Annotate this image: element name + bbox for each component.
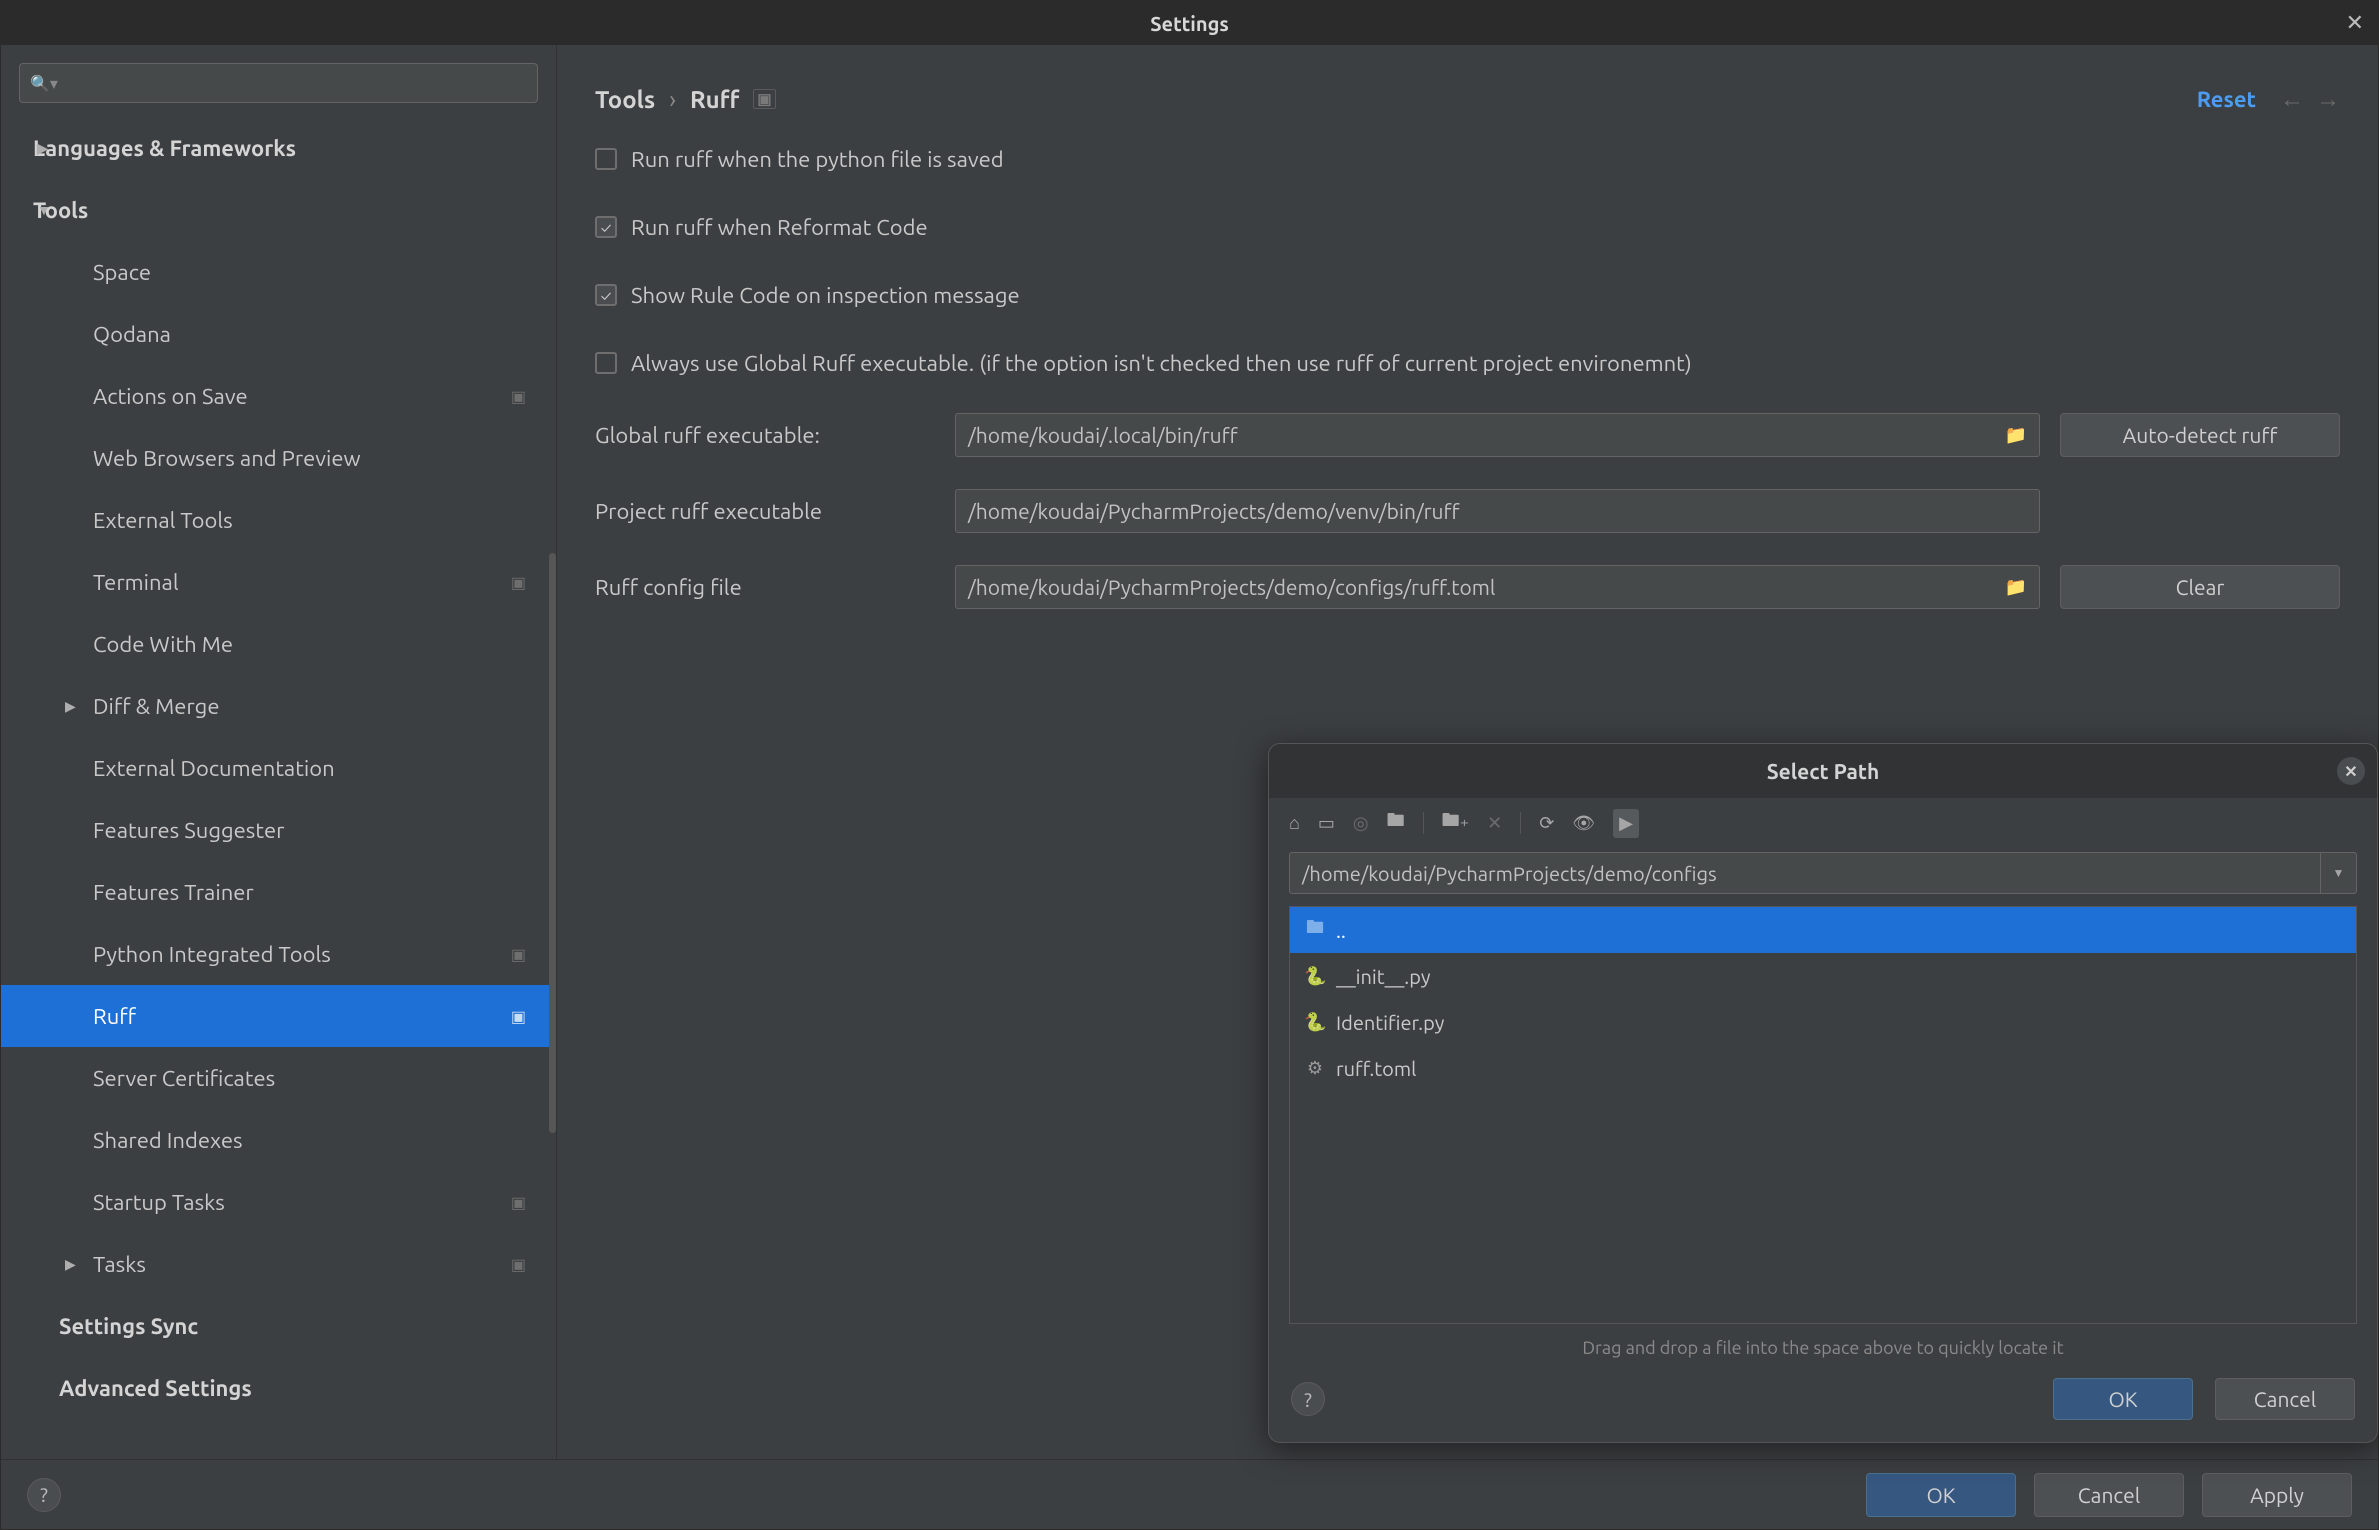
tree-item-features-suggester[interactable]: Features Suggester xyxy=(1,799,556,861)
project-exec-input[interactable]: /home/koudai/PycharmProjects/demo/venv/b… xyxy=(955,489,2040,533)
checkbox-icon xyxy=(595,352,617,374)
tree-item-web-browsers[interactable]: Web Browsers and Preview xyxy=(1,427,556,489)
file-item-init[interactable]: 🐍 __init__.py xyxy=(1290,953,2356,999)
tree-item-server-certificates[interactable]: Server Certificates xyxy=(1,1047,556,1109)
settings-tree[interactable]: ▶ Languages & Frameworks ▼ Tools Space Q… xyxy=(1,117,556,1459)
tree-item-external-tools[interactable]: External Tools xyxy=(1,489,556,551)
titlebar: Settings ✕ xyxy=(1,1,2378,45)
tree-item-qodana[interactable]: Qodana xyxy=(1,303,556,365)
tree-item-terminal[interactable]: Terminal▣ xyxy=(1,551,556,613)
apply-button[interactable]: Apply xyxy=(2202,1473,2352,1517)
sidebar: 🔍▾ ▶ Languages & Frameworks ▼ Tools Spac… xyxy=(1,45,557,1459)
delete-icon[interactable]: ✕ xyxy=(1487,813,1502,834)
tree-item-space[interactable]: Space xyxy=(1,241,556,303)
python-file-icon: 🐍 xyxy=(1304,966,1326,987)
sidebar-scrollbar[interactable] xyxy=(549,553,556,1133)
checkbox-show-rule-code[interactable]: ✓ Show Rule Code on inspection message xyxy=(595,261,2340,329)
tree-item-external-documentation[interactable]: External Documentation xyxy=(1,737,556,799)
checkbox-icon: ✓ xyxy=(595,284,617,306)
help-button[interactable]: ? xyxy=(1291,1382,1325,1416)
project-settings-icon: ▣ xyxy=(753,89,775,109)
window-close-button[interactable]: ✕ xyxy=(2346,10,2364,36)
footer: ? OK Cancel Apply xyxy=(1,1459,2378,1529)
global-exec-input[interactable]: /home/koudai/.local/bin/ruff 📁 xyxy=(955,413,2040,457)
settings-content: Tools › Ruff ▣ Reset ← → Run ruff when t… xyxy=(557,45,2378,1459)
tree-item-shared-indexes[interactable]: Shared Indexes xyxy=(1,1109,556,1171)
auto-detect-button[interactable]: Auto-detect ruff xyxy=(2060,413,2340,457)
dialog-titlebar: Select Path ✕ xyxy=(1269,744,2377,798)
ok-button[interactable]: OK xyxy=(1866,1473,2016,1517)
dialog-cancel-button[interactable]: Cancel xyxy=(2215,1378,2355,1420)
checkbox-always-global[interactable]: Always use Global Ruff executable. (if t… xyxy=(595,329,2340,397)
file-list[interactable]: 🖿 .. 🐍 __init__.py 🐍 Identifier.py ⚙ ruf… xyxy=(1289,906,2357,1324)
chevron-right-icon: ▶ xyxy=(65,698,76,715)
config-file-label: Ruff config file xyxy=(595,575,935,600)
new-folder-icon[interactable]: 🖿 xyxy=(1387,808,1405,838)
reset-button[interactable]: Reset xyxy=(2197,87,2256,112)
tree-item-diff-merge[interactable]: ▶Diff & Merge xyxy=(1,675,556,737)
refresh-icon[interactable]: ⟳ xyxy=(1539,813,1554,834)
tree-item-settings-sync[interactable]: Settings Sync xyxy=(1,1295,556,1357)
checkbox-run-on-save[interactable]: Run ruff when the python file is saved xyxy=(595,125,2340,193)
breadcrumb: Tools › Ruff ▣ xyxy=(595,86,776,113)
tree-item-features-trainer[interactable]: Features Trainer xyxy=(1,861,556,923)
drop-hint: Drag and drop a file into the space abov… xyxy=(1269,1324,2377,1368)
clear-button[interactable]: Clear xyxy=(2060,565,2340,609)
dialog-ok-button[interactable]: OK xyxy=(2053,1378,2193,1420)
checkbox-icon: ✓ xyxy=(595,216,617,238)
new-folder-plus-icon[interactable]: 🖿₊ xyxy=(1442,808,1470,838)
project-exec-label: Project ruff executable xyxy=(595,499,935,524)
tree-item-advanced-settings[interactable]: Advanced Settings xyxy=(1,1357,556,1419)
file-item-ruff-toml[interactable]: ⚙ ruff.toml xyxy=(1290,1045,2356,1091)
tree-item-ruff[interactable]: Ruff▣ xyxy=(1,985,556,1047)
python-file-icon: 🐍 xyxy=(1304,1012,1326,1033)
path-dropdown-button[interactable]: ▼ xyxy=(2321,852,2357,894)
tree-item-code-with-me[interactable]: Code With Me xyxy=(1,613,556,675)
folder-icon[interactable]: 📁 xyxy=(2005,577,2027,598)
checkbox-icon xyxy=(595,148,617,170)
file-item-identifier[interactable]: 🐍 Identifier.py xyxy=(1290,999,2356,1045)
desktop-icon[interactable]: ▭ xyxy=(1318,813,1335,834)
path-input[interactable]: /home/koudai/PycharmProjects/demo/config… xyxy=(1289,852,2321,894)
tree-item-tools[interactable]: ▼ Tools xyxy=(1,179,556,241)
folder-icon: 🖿 xyxy=(1304,915,1326,945)
tree-item-startup-tasks[interactable]: Startup Tasks▣ xyxy=(1,1171,556,1233)
tree-item-tasks[interactable]: ▶Tasks▣ xyxy=(1,1233,556,1295)
cancel-button[interactable]: Cancel xyxy=(2034,1473,2184,1517)
back-icon[interactable]: ← xyxy=(2280,85,2304,114)
chevron-right-icon: ▶ xyxy=(65,1256,76,1273)
collapse-icon[interactable]: ▶ xyxy=(1613,809,1639,838)
forward-icon[interactable]: → xyxy=(2316,85,2340,114)
config-file-input[interactable]: /home/koudai/PycharmProjects/demo/config… xyxy=(955,565,2040,609)
show-hidden-icon[interactable]: 👁 xyxy=(1572,813,1595,834)
folder-icon[interactable]: 📁 xyxy=(2005,425,2027,446)
project-settings-icon: ▣ xyxy=(511,387,526,406)
select-path-dialog: Select Path ✕ ⌂ ▭ ◎ 🖿 🖿₊ ✕ ⟳ 👁 ▶ xyxy=(1268,743,2378,1443)
project-settings-icon: ▣ xyxy=(511,1255,526,1274)
main-area: 🔍▾ ▶ Languages & Frameworks ▼ Tools Spac… xyxy=(1,45,2378,1459)
project-settings-icon: ▣ xyxy=(511,945,526,964)
project-settings-icon: ▣ xyxy=(511,573,526,592)
settings-search-input[interactable]: 🔍▾ xyxy=(19,63,538,103)
search-icon: 🔍▾ xyxy=(30,74,58,93)
tree-item-actions-on-save[interactable]: Actions on Save▣ xyxy=(1,365,556,427)
checkbox-run-on-reformat[interactable]: ✓ Run ruff when Reformat Code xyxy=(595,193,2340,261)
file-item-parent[interactable]: 🖿 .. xyxy=(1290,907,2356,953)
help-button[interactable]: ? xyxy=(27,1478,61,1512)
chevron-right-icon: › xyxy=(669,86,676,113)
project-icon[interactable]: ◎ xyxy=(1353,813,1369,834)
project-settings-icon: ▣ xyxy=(511,1007,526,1026)
titlebar-title: Settings xyxy=(1150,12,1229,35)
chevron-right-icon: ▶ xyxy=(37,140,48,157)
dialog-close-button[interactable]: ✕ xyxy=(2337,757,2365,785)
global-exec-label: Global ruff executable: xyxy=(595,423,935,448)
chevron-down-icon: ▼ xyxy=(37,202,51,218)
tree-item-languages-frameworks[interactable]: ▶ Languages & Frameworks xyxy=(1,117,556,179)
toml-file-icon: ⚙ xyxy=(1304,1058,1326,1079)
tree-item-python-integrated-tools[interactable]: Python Integrated Tools▣ xyxy=(1,923,556,985)
project-settings-icon: ▣ xyxy=(511,1193,526,1212)
home-icon[interactable]: ⌂ xyxy=(1289,813,1300,834)
settings-window: Settings ✕ 🔍▾ ▶ Languages & Frameworks ▼… xyxy=(0,0,2379,1530)
dialog-toolbar: ⌂ ▭ ◎ 🖿 🖿₊ ✕ ⟳ 👁 ▶ xyxy=(1269,798,2377,848)
